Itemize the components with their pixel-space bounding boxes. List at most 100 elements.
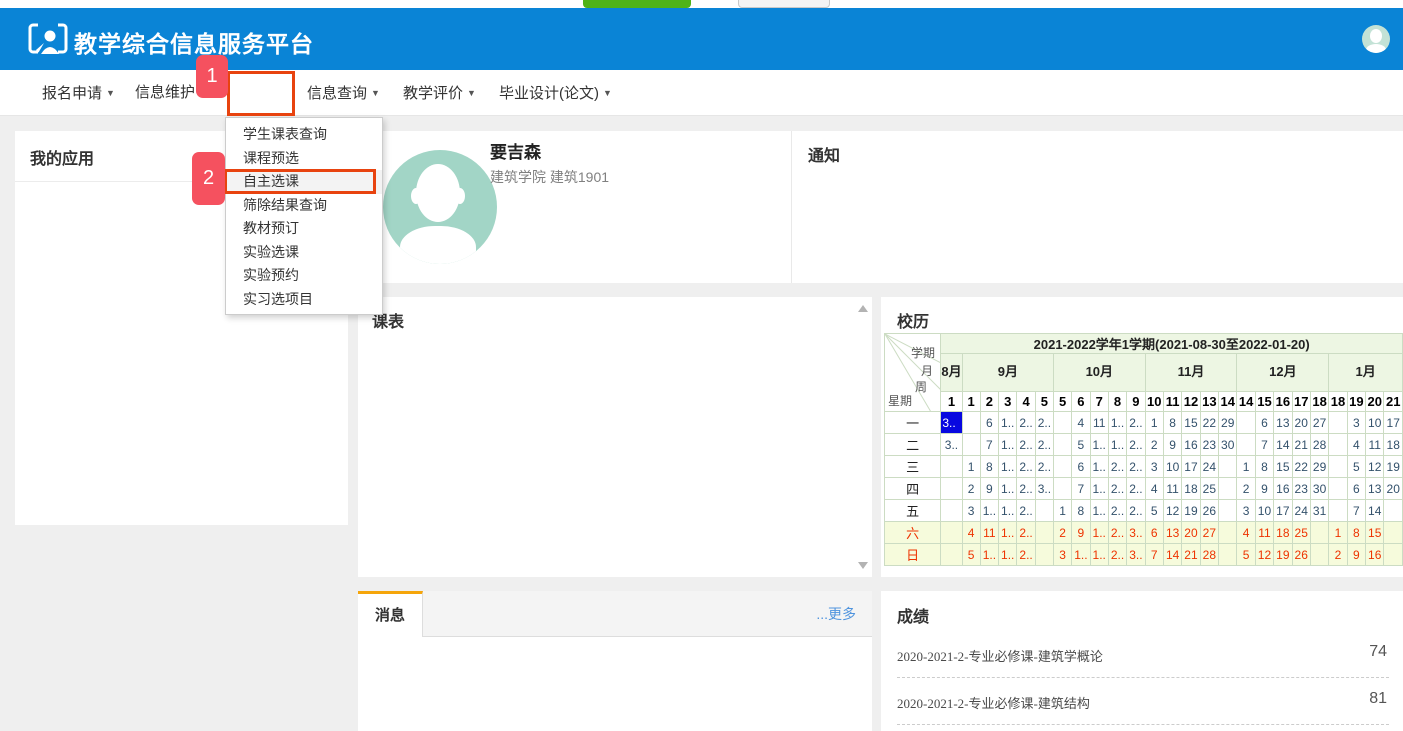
calendar-day-cell: 3.. — [1035, 478, 1053, 500]
month-header-9月: 9月 — [962, 354, 1053, 392]
calendar-day-cell: 2.. — [1108, 522, 1126, 544]
grade-row: 2020-2021-2-专业必修课-建筑学概论74 — [897, 631, 1389, 678]
calendar-day-cell: 10 — [1163, 456, 1181, 478]
profile-avatar-head-icon — [416, 164, 460, 222]
tab-messages[interactable]: 消息 — [358, 591, 423, 637]
calendar-day-cell — [1219, 522, 1237, 544]
menu-item-课程预选[interactable]: 课程预选 — [226, 147, 382, 171]
grade-score: 81 — [1369, 690, 1387, 708]
corner-label-月: 月 — [921, 362, 933, 379]
calendar-day-cell: 16 — [1182, 434, 1200, 456]
calendar-day-cell: 4 — [962, 522, 980, 544]
notice-title: 通知 — [808, 142, 840, 166]
menu-item-实习选项目[interactable]: 实习选项目 — [226, 288, 382, 312]
nav-item-信息查询[interactable]: 信息查询▼ — [307, 70, 380, 116]
corner-label-学期: 学期 — [911, 344, 935, 361]
week-number: 11 — [1163, 392, 1181, 412]
dialog-block-button-partial[interactable] — [738, 0, 830, 8]
week-number: 13 — [1200, 392, 1218, 412]
calendar-day-cell: 8 — [1347, 522, 1365, 544]
menu-item-实验选课[interactable]: 实验选课 — [226, 241, 382, 265]
calendar-day-cell: 13 — [1366, 478, 1384, 500]
menu-item-筛除结果查询[interactable]: 筛除结果查询 — [226, 194, 382, 218]
week-number: 5 — [1054, 392, 1072, 412]
profile-avatar — [383, 150, 497, 264]
nav-item-教学评价[interactable]: 教学评价▼ — [403, 70, 476, 116]
avatar-head-icon — [1370, 29, 1382, 43]
scroll-down-icon[interactable] — [858, 562, 868, 569]
profile-panel: 要吉森 建筑学院 建筑1901 通知 — [358, 131, 1403, 283]
calendar-day-cell: 30 — [1219, 434, 1237, 456]
day-name-三: 三 — [885, 456, 941, 478]
semester-title: 2021-2022学年1学期(2021-08-30至2022-01-20) — [941, 334, 1403, 354]
calendar-day-cell: 7 — [1145, 544, 1163, 566]
browser-dialog-strip — [0, 0, 1403, 8]
calendar-day-cell: 18 — [1384, 434, 1403, 456]
calendar-day-cell — [1329, 456, 1347, 478]
calendar-day-cell: 1 — [1145, 412, 1163, 434]
course-selection-dropdown-menu: 学生课表查询课程预选自主选课筛除结果查询教材预订实验选课实验预约实习选项目 — [225, 117, 383, 315]
calendar-day-cell: 2.. — [1127, 456, 1145, 478]
calendar-day-cell — [1329, 434, 1347, 456]
calendar-day-cell: 1.. — [999, 500, 1017, 522]
calendar-day-cell: 10 — [1366, 412, 1384, 434]
step-1-badge: 1 — [196, 55, 228, 98]
user-avatar[interactable] — [1362, 25, 1390, 53]
messages-more-link[interactable]: ...更多 — [816, 591, 856, 637]
week-number: 17 — [1292, 392, 1310, 412]
week-number: 5 — [1035, 392, 1053, 412]
nav-item-信息维护[interactable]: 信息维护 — [135, 70, 195, 116]
nav-item-毕业设计(论文)[interactable]: 毕业设计(论文)▼ — [499, 70, 612, 116]
calendar-day-cell: 2.. — [1017, 456, 1035, 478]
calendar-day-cell: 2.. — [1035, 434, 1053, 456]
scroll-up-icon[interactable] — [858, 305, 868, 312]
menu-item-实验预约[interactable]: 实验预约 — [226, 264, 382, 288]
calendar-day-cell: 17 — [1384, 412, 1403, 434]
calendar-day-cell: 2.. — [1108, 544, 1126, 566]
chevron-down-icon: ▼ — [106, 88, 115, 98]
platform-logo-icon — [28, 23, 68, 61]
week-number: 14 — [1237, 392, 1255, 412]
calendar-day-cell: 24 — [1200, 456, 1218, 478]
calendar-day-cell: 29 — [1219, 412, 1237, 434]
calendar-day-cell — [1219, 500, 1237, 522]
dialog-allow-button-partial[interactable] — [583, 0, 691, 8]
week-number: 8 — [1108, 392, 1126, 412]
chevron-down-icon: ▼ — [603, 88, 612, 98]
calendar-day-cell: 6 — [980, 412, 998, 434]
nav-item-报名申请[interactable]: 报名申请▼ — [42, 70, 115, 116]
calendar-day-cell: 9 — [1347, 544, 1365, 566]
step-1-highlight-box — [227, 71, 295, 116]
calendar-day-cell: 13 — [1163, 522, 1181, 544]
calendar-day-cell: 2.. — [1127, 500, 1145, 522]
calendar-corner-cell: 学期月周星期 — [885, 334, 941, 412]
calendar-day-cell: 2.. — [1017, 522, 1035, 544]
calendar-day-cell: 26 — [1292, 544, 1310, 566]
grade-row: 2020-2021-2-专业必修课-建筑结构81 — [897, 678, 1389, 725]
week-number: 18 — [1310, 392, 1328, 412]
menu-item-教材预订[interactable]: 教材预订 — [226, 217, 382, 241]
calendar-day-cell: 24 — [1292, 500, 1310, 522]
calendar-day-cell: 11 — [1255, 522, 1273, 544]
week-number: 10 — [1145, 392, 1163, 412]
calendar-day-cell — [941, 478, 962, 500]
calendar-day-cell: 6 — [1145, 522, 1163, 544]
calendar-day-cell: 20 — [1292, 412, 1310, 434]
calendar-day-cell — [1237, 412, 1255, 434]
calendar-day-cell: 1.. — [999, 522, 1017, 544]
week-number: 20 — [1366, 392, 1384, 412]
calendar-day-cell: 2.. — [1108, 456, 1126, 478]
calendar-day-cell: 23 — [1292, 478, 1310, 500]
calendar-day-cell: 23 — [1200, 434, 1218, 456]
calendar-day-cell: 22 — [1200, 412, 1218, 434]
calendar-day-cell: 2.. — [1017, 412, 1035, 434]
calendar-day-cell: 6 — [1072, 456, 1090, 478]
calendar-day-cell — [941, 500, 962, 522]
calendar-day-cell — [941, 522, 962, 544]
calendar-day-cell: 2.. — [1108, 500, 1126, 522]
corner-label-星期: 星期 — [888, 392, 912, 409]
month-header-8月: 8月 — [941, 354, 962, 392]
menu-item-学生课表查询[interactable]: 学生课表查询 — [226, 123, 382, 147]
calendar-day-cell: 29 — [1310, 456, 1328, 478]
calendar-day-cell — [962, 434, 980, 456]
